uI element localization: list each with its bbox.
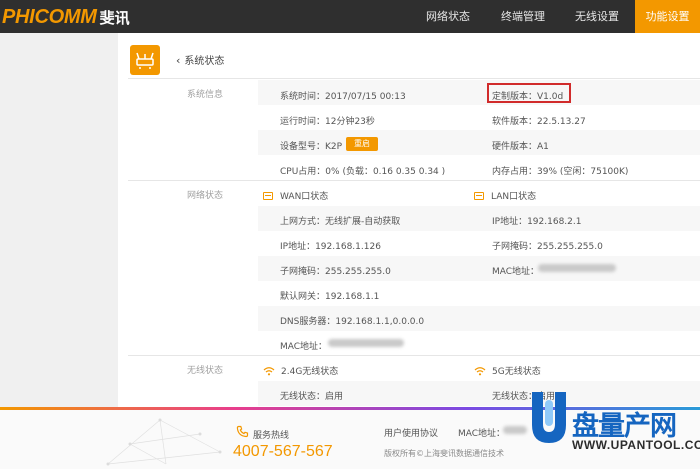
watermark-url: WWW.UPANTOOL.COM (572, 438, 700, 452)
port-icon (474, 191, 484, 200)
divider (128, 78, 700, 79)
cpu-usage: CPU占用：0% (负载：0.16 0.35 0.34 ) (280, 167, 446, 177)
watermark-u-logo (532, 392, 566, 443)
section-label-system-info: 系统信息 (187, 90, 224, 100)
wan-title: WAN口状态 (280, 192, 329, 202)
wan-ip: IP地址：192.168.1.126 (280, 242, 381, 252)
lan-subnet-mask: 子网掩码：255.255.255.0 (492, 242, 603, 252)
wifi-24g-title: 2.4G无线状态 (281, 367, 339, 377)
wan-dns: DNS服务器：192.168.1.1,0.0.0.0 (280, 317, 425, 327)
status-card: ‹ 系统状态 系统信息 系统时间：2017/07/15 00:13 定制版本：V1… (118, 33, 700, 407)
wan-subnet-mask: 子网掩码：255.255.255.0 (280, 267, 391, 277)
copyright: 版权所有©上海斐讯数据通信技术 (384, 449, 504, 458)
nav-wireless-settings[interactable]: 无线设置 (562, 0, 632, 33)
page-title: 系统状态 (184, 56, 225, 67)
nav-function-settings[interactable]: 功能设置 (635, 0, 700, 33)
nav-network-status[interactable]: 网络状态 (417, 0, 479, 33)
wan-mode: 上网方式：无线扩展-自动获取 (280, 217, 401, 227)
brand-logo[interactable]: PHICOMM 斐讯 (2, 5, 130, 29)
chevron-left-icon: ‹ (176, 54, 181, 67)
wifi-icon (474, 366, 486, 375)
lan-ip: IP地址：192.168.2.1 (492, 217, 582, 227)
decorative-network-graphic (106, 418, 222, 466)
back-to-system-status[interactable]: ‹ 系统状态 (176, 52, 224, 67)
uptime: 运行时间：12分钟23秒 (280, 117, 375, 127)
lan-title: LAN口状态 (491, 192, 537, 202)
divider (128, 355, 700, 356)
lan-mac: MAC地址： (492, 267, 540, 277)
system-time: 系统时间：2017/07/15 00:13 (280, 92, 406, 102)
wifi-5g-title: 5G无线状态 (492, 367, 541, 377)
lan-status-heading: LAN口状态 (474, 189, 536, 202)
wifi-24g-heading: 2.4G无线状态 (263, 364, 338, 377)
top-nav-bar: PHICOMM 斐讯 网络状态 终端管理 无线设置 功能设置 (0, 0, 700, 33)
redacted-mac (503, 426, 527, 434)
hotline-number: 4007-567-567 (233, 443, 333, 460)
software-version: 软件版本：22.5.13.27 (492, 117, 586, 127)
user-agreement-link[interactable]: 用户使用协议 (384, 426, 438, 439)
redacted-mac (328, 339, 404, 347)
wan-status-heading: WAN口状态 (263, 189, 328, 202)
reboot-button[interactable]: 重启 (346, 137, 378, 151)
footer-mac-label: MAC地址： (458, 429, 506, 439)
phone-icon (236, 425, 249, 438)
wifi-icon (263, 366, 275, 375)
brand-name-en: PHICOMM (2, 5, 97, 28)
port-icon (263, 191, 273, 200)
device-model: 设备型号：K2P (280, 142, 343, 152)
divider (128, 180, 700, 181)
section-label-wireless-status: 无线状态 (187, 366, 224, 376)
router-icon (130, 45, 160, 75)
memory-usage: 内存占用：39% (空闲：75100K) (492, 167, 629, 177)
highlight-box (487, 83, 571, 103)
wifi-5g-heading: 5G无线状态 (474, 364, 541, 377)
hardware-version: 硬件版本：A1 (492, 142, 549, 152)
hotline-label: 服务热线 (253, 431, 290, 441)
wifi-24g-status: 无线状态：启用 (280, 392, 344, 402)
section-label-network-status: 网络状态 (187, 191, 224, 201)
nav-terminal-management[interactable]: 终端管理 (488, 0, 558, 33)
redacted-mac (538, 264, 616, 272)
wan-gateway: 默认网关：192.168.1.1 (280, 292, 380, 302)
wan-mac: MAC地址： (280, 342, 328, 352)
brand-name-cn: 斐讯 (99, 8, 130, 27)
